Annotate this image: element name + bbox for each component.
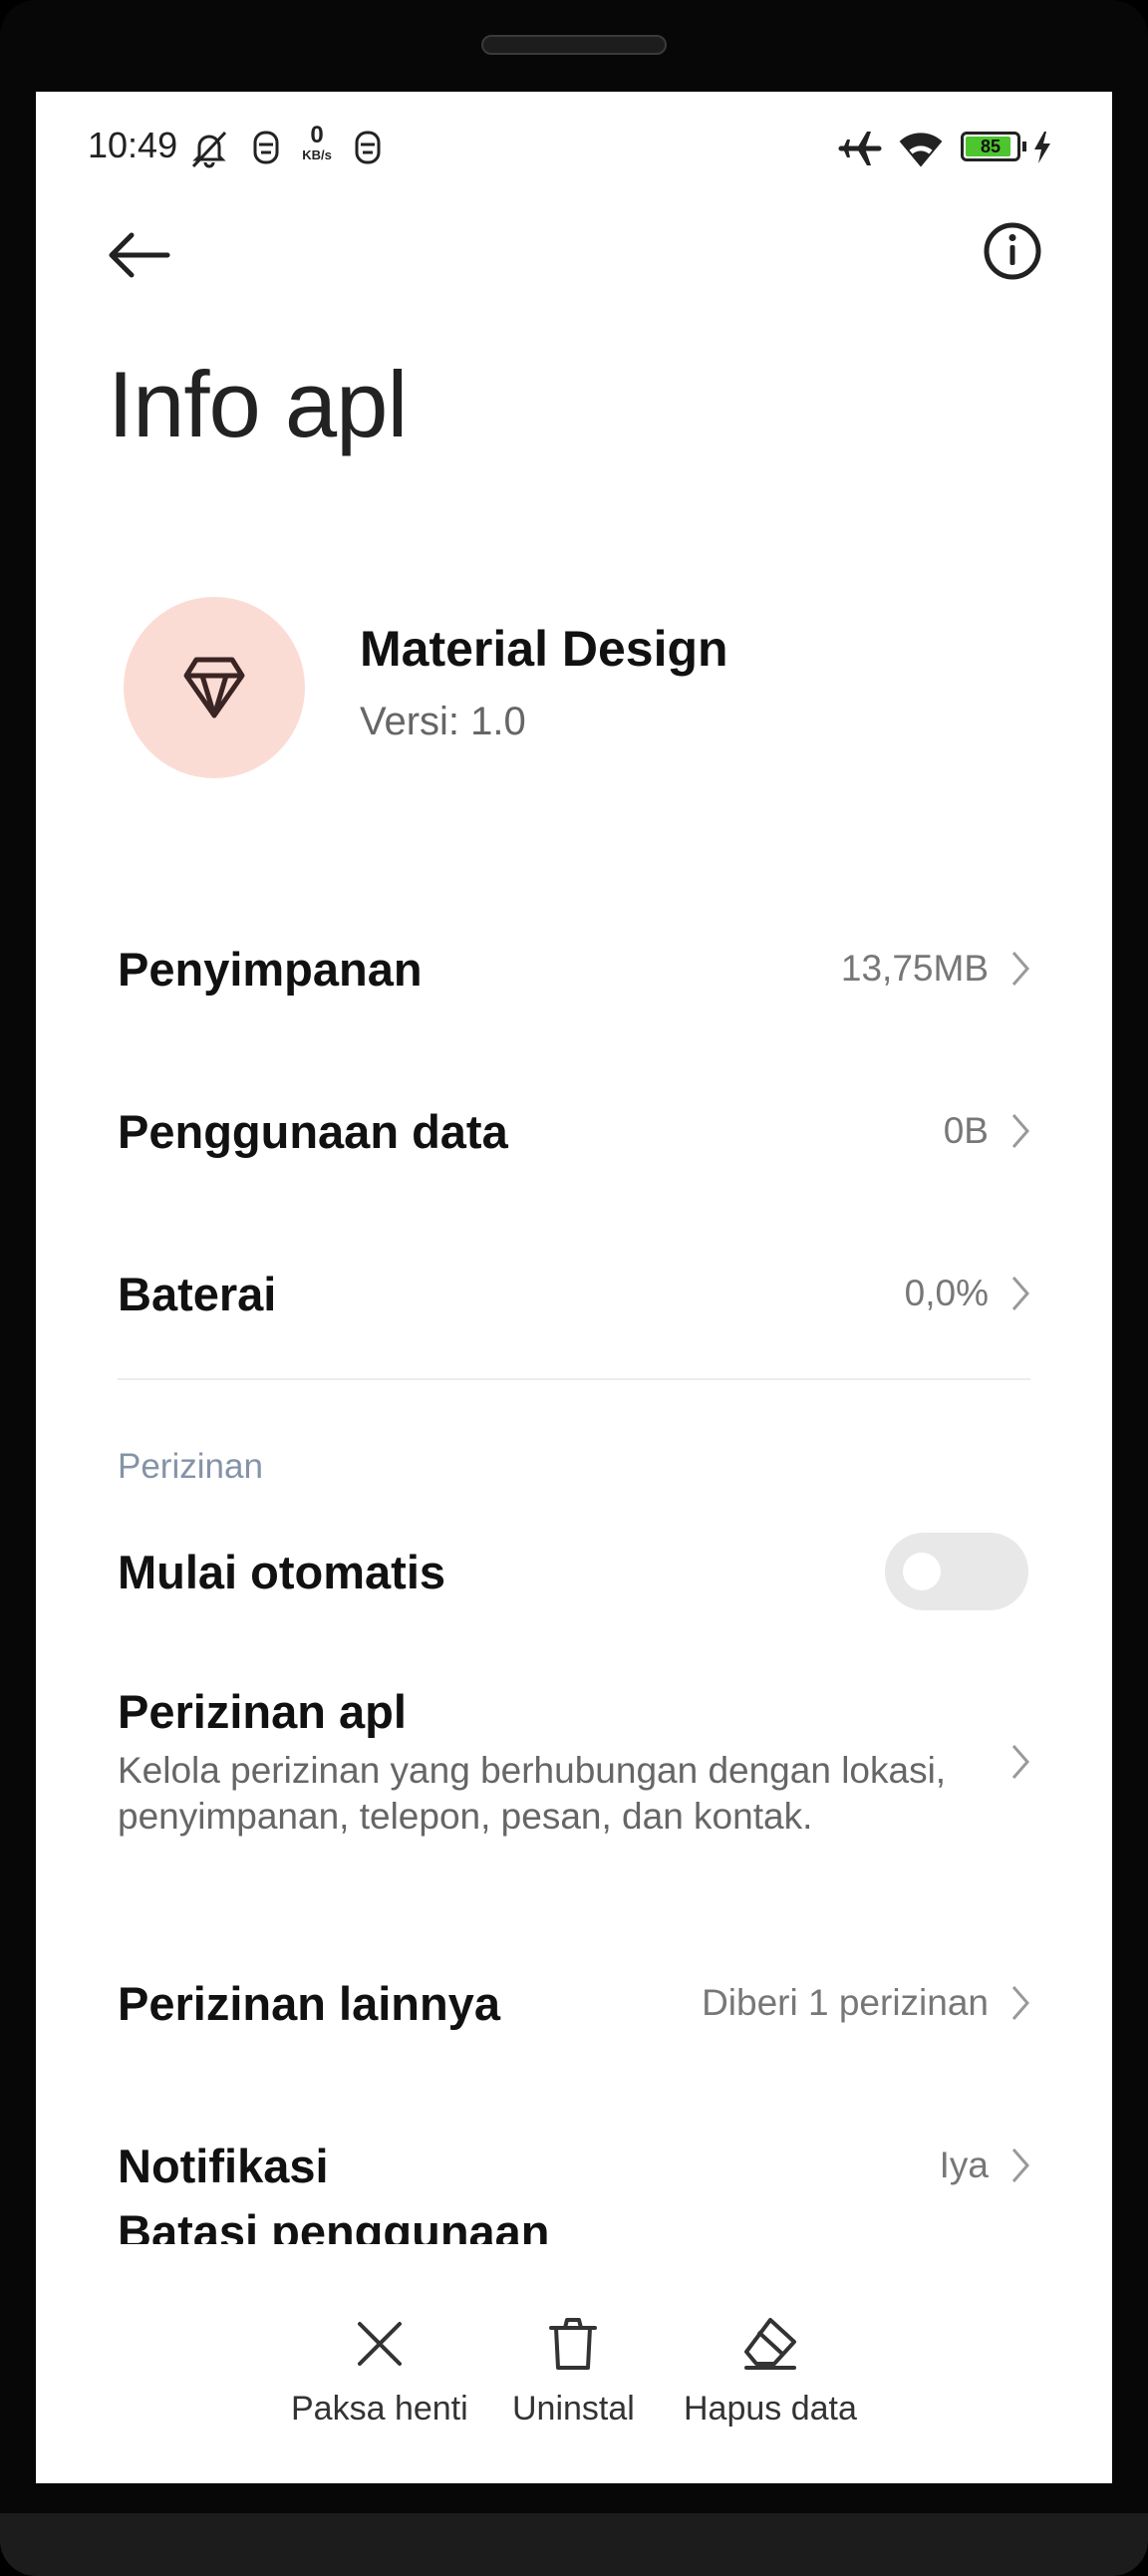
notifications-label: Notifikasi	[118, 2139, 329, 2192]
storage-value: 13,75MB	[840, 948, 989, 989]
data-usage-row[interactable]: Penggunaan data 0B	[118, 1076, 1030, 1186]
other-permissions-row[interactable]: Perizinan lainnya Diberi 1 perizinan	[118, 1948, 1030, 2058]
chevron-right-icon	[1011, 2148, 1029, 2182]
close-icon	[357, 2322, 402, 2366]
restrict-usage-label[interactable]: Batasi penggunaan	[118, 2204, 550, 2244]
screen: 10:49 0 KB/s 85 Info apl Material Design…	[36, 92, 1112, 2483]
page-title: Info apl	[108, 352, 408, 456]
wifi-icon	[899, 133, 943, 167]
earpiece-speaker	[481, 35, 667, 55]
charging-icon	[1034, 132, 1050, 163]
chevron-right-icon	[1011, 952, 1029, 986]
back-arrow-icon[interactable]	[106, 221, 173, 289]
battery-label: Baterai	[118, 1267, 277, 1320]
status-time: 10:49	[88, 125, 178, 165]
speed-unit: KB/s	[302, 147, 332, 162]
phone-frame: 10:49 0 KB/s 85 Info apl Material Design…	[0, 0, 1148, 2576]
toggle-knob	[903, 1553, 941, 1590]
battery-level: 85	[980, 137, 1002, 156]
eraser-icon	[743, 2318, 796, 2370]
autostart-toggle[interactable]	[885, 1533, 1028, 1610]
chevron-right-icon	[1011, 1986, 1029, 2020]
battery-tip	[1022, 142, 1026, 151]
battery-row[interactable]: Baterai 0,0%	[118, 1239, 1030, 1348]
battery-indicator: 85	[961, 132, 1020, 161]
trash-icon	[549, 2318, 598, 2370]
data-usage-label: Penggunaan data	[118, 1104, 508, 1158]
clear-data-button[interactable]: Hapus data	[684, 2314, 857, 2429]
battery-value: 0,0%	[904, 1273, 989, 1313]
app-notification-icon	[253, 131, 279, 164]
notifications-value: Iya	[939, 2145, 989, 2185]
speed-value: 0	[310, 122, 324, 148]
airplane-mode-icon	[838, 132, 882, 165]
app-version: Versi: 1.0	[360, 700, 526, 743]
app-name: Material Design	[360, 621, 728, 677]
uninstall-label: Uninstal	[512, 2390, 635, 2428]
network-speed-indicator: 0 KB/s	[297, 124, 337, 163]
other-permissions-value: Diberi 1 perizinan	[702, 1982, 989, 2023]
chevron-right-icon	[1011, 1114, 1029, 1148]
uninstall-button[interactable]: Uninstal	[512, 2314, 635, 2429]
clear-data-label: Hapus data	[684, 2390, 857, 2428]
section-header-permissions: Perizinan	[118, 1447, 263, 1486]
force-stop-button[interactable]: Paksa henti	[291, 2314, 468, 2429]
storage-row[interactable]: Penyimpanan 13,75MB	[118, 914, 1030, 1023]
divider	[118, 1378, 1030, 1380]
muted-bell-icon	[191, 131, 227, 168]
app-notification-icon-2	[355, 131, 381, 164]
app-permissions-description: Kelola perizinan yang berhubungan dengan…	[118, 1750, 947, 1837]
other-permissions-label: Perizinan lainnya	[118, 1976, 500, 2030]
data-usage-value: 0B	[943, 1110, 989, 1151]
chevron-right-icon	[1011, 1277, 1029, 1310]
info-icon[interactable]	[981, 219, 1044, 283]
chevron-right-icon[interactable]	[1010, 1742, 1030, 1782]
bottom-bezel	[0, 2513, 1148, 2576]
diamond-icon	[183, 657, 245, 718]
force-stop-label: Paksa henti	[291, 2390, 468, 2428]
app-permissions-label[interactable]: Perizinan apl	[118, 1684, 407, 1739]
storage-label: Penyimpanan	[118, 942, 423, 996]
app-icon	[124, 597, 305, 778]
